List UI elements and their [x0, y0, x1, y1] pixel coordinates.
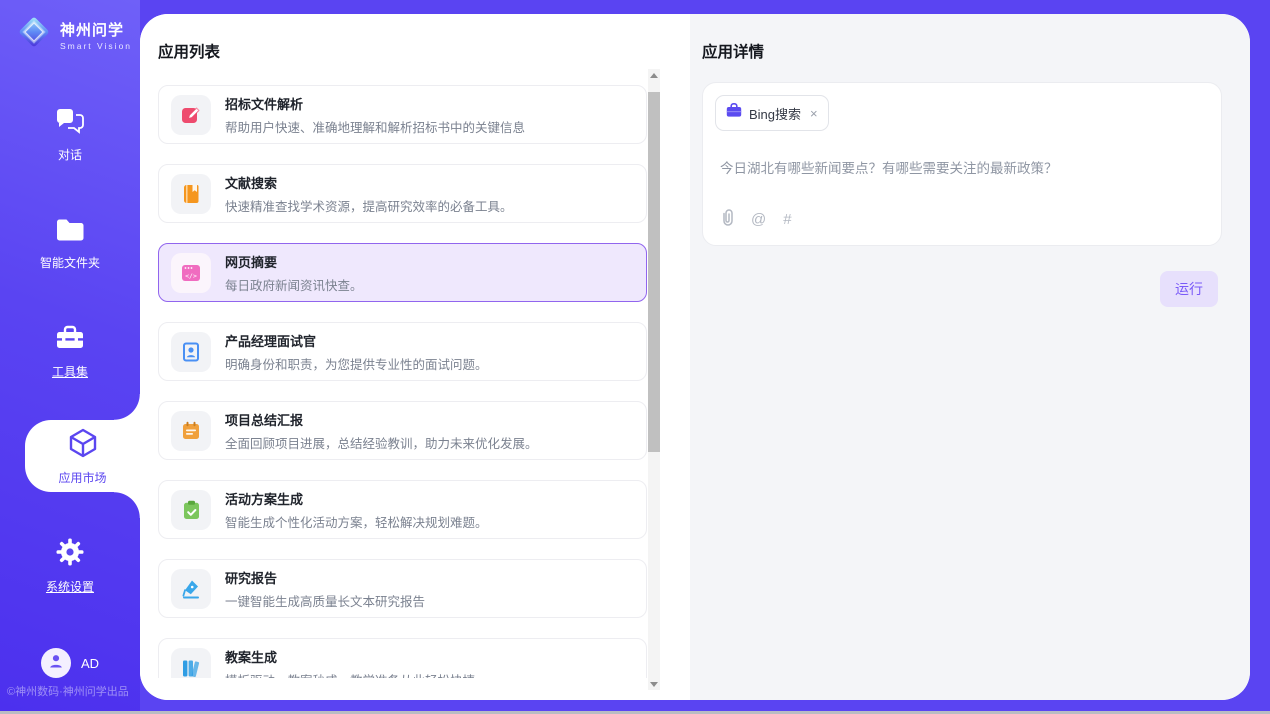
- app-desc: 明确身份和职责，为您提供专业性的面试问题。: [225, 354, 488, 373]
- chat-icon: [55, 108, 85, 139]
- app-detail-panel: 应用详情 Bing搜索 × 今日湖北有哪些新闻要点？有哪些需要关注的最新政策？: [690, 14, 1250, 700]
- app-card-pm-interviewer[interactable]: 产品经理面试官 明确身份和职责，为您提供专业性的面试问题。: [158, 322, 647, 381]
- app-desc: 智能生成个性化活动方案，轻松解决规划难题。: [225, 512, 488, 531]
- app-name: 研究报告: [225, 568, 425, 587]
- edit-document-icon: [171, 95, 211, 135]
- sidebar-item-label: 工具集: [52, 363, 88, 380]
- prompt-toolbar: @ #: [720, 208, 792, 231]
- paperclip-icon[interactable]: [720, 208, 734, 231]
- app-desc: 全面回顾项目进展，总结经验教训，助力未来优化发展。: [225, 433, 538, 452]
- app-logo: 神州问学 Smart Vision: [16, 14, 132, 55]
- hash-tag-icon[interactable]: #: [783, 212, 791, 227]
- app-name: 产品经理面试官: [225, 331, 488, 350]
- briefcase-icon: [726, 103, 742, 123]
- app-desc: 模板驱动，教案秒成，教学准备从此轻松快捷: [225, 670, 475, 679]
- scrollbar-down-arrow[interactable]: [648, 678, 660, 690]
- prompt-input-text[interactable]: 今日湖北有哪些新闻要点？有哪些需要关注的最新政策？: [720, 157, 1209, 177]
- scrollbar-thumb[interactable]: [648, 92, 660, 452]
- svg-text:</>: </>: [185, 271, 197, 279]
- book-icon: [171, 174, 211, 214]
- app-card-literature-search[interactable]: 文献搜索 快速精准查找学术资源，提高研究效率的必备工具。: [158, 164, 647, 223]
- list-scrollbar[interactable]: [648, 69, 660, 690]
- app-name: 项目总结汇报: [225, 410, 538, 429]
- prompt-card[interactable]: Bing搜索 × 今日湖北有哪些新闻要点？有哪些需要关注的最新政策？ @ #: [702, 82, 1222, 246]
- interviewer-icon: [171, 332, 211, 372]
- app-name: 文献搜索: [225, 173, 513, 192]
- app-desc: 快速精准查找学术资源，提高研究效率的必备工具。: [225, 196, 513, 215]
- books-icon: [171, 648, 211, 679]
- diamond-logo-icon: [16, 14, 52, 55]
- tool-chip-bing-search[interactable]: Bing搜索 ×: [715, 95, 829, 131]
- app-name: 教案生成: [225, 647, 475, 666]
- avatar: [41, 648, 71, 678]
- toolbox-icon: [55, 325, 85, 356]
- tool-chip-label: Bing搜索: [749, 104, 801, 123]
- app-desc: 帮助用户快速、准确地理解和解析招标书中的关键信息: [225, 117, 525, 136]
- gear-icon: [56, 538, 84, 571]
- app-desc: 一键智能生成高质量长文本研究报告: [225, 591, 425, 610]
- sidebar-item-label: 应用市场: [58, 469, 106, 486]
- app-card-lesson-plan[interactable]: 教案生成 模板驱动，教案秒成，教学准备从此轻松快捷: [158, 638, 647, 678]
- app-desc: 每日政府新闻资讯快查。: [225, 275, 363, 294]
- sidebar-footer-credit: ©神州数码·神州问学出品: [7, 683, 129, 699]
- app-name: 活动方案生成: [225, 489, 488, 508]
- user-account[interactable]: AD: [0, 648, 140, 678]
- sidebar-item-label: 智能文件夹: [40, 254, 100, 271]
- ink-pen-icon: [171, 569, 211, 609]
- person-avatar-icon: [47, 652, 65, 675]
- folder-icon: [55, 218, 85, 247]
- sidebar-item-app-market[interactable]: 应用市场: [25, 420, 140, 492]
- calendar-report-icon: [171, 411, 211, 451]
- sidebar-item-label: 系统设置: [46, 578, 94, 595]
- sidebar-item-system-settings[interactable]: 系统设置: [0, 538, 140, 595]
- webpage-code-icon: </>: [171, 253, 211, 293]
- sidebar-item-smart-folder[interactable]: 智能文件夹: [0, 218, 140, 271]
- app-list-panel: 应用列表 招标文件解析 帮助用户快速、准确地理解和解析招标书中的关键信息: [140, 14, 690, 700]
- sidebar-item-label: 对话: [58, 146, 82, 163]
- clipboard-check-icon: [171, 490, 211, 530]
- close-icon[interactable]: ×: [810, 106, 818, 121]
- app-card-event-plan[interactable]: 活动方案生成 智能生成个性化活动方案，轻松解决规划难题。: [158, 480, 647, 539]
- run-button[interactable]: 运行: [1160, 271, 1218, 307]
- user-name: AD: [81, 656, 99, 671]
- scrollbar-up-arrow[interactable]: [648, 69, 660, 81]
- logo-title: 神州问学: [60, 19, 132, 40]
- app-name: 网页摘要: [225, 252, 363, 271]
- sidebar: 神州问学 Smart Vision 对话 智能文件夹: [0, 0, 140, 714]
- at-mention-icon[interactable]: @: [751, 212, 766, 227]
- main-content: 应用列表 招标文件解析 帮助用户快速、准确地理解和解析招标书中的关键信息: [140, 14, 1250, 700]
- app-list: 招标文件解析 帮助用户快速、准确地理解和解析招标书中的关键信息 文献搜索 快速精…: [158, 78, 647, 678]
- cube-icon: [67, 427, 99, 464]
- logo-subtitle: Smart Vision: [60, 41, 132, 51]
- app-card-bid-document-analysis[interactable]: 招标文件解析 帮助用户快速、准确地理解和解析招标书中的关键信息: [158, 85, 647, 144]
- app-card-webpage-summary[interactable]: </> 网页摘要 每日政府新闻资讯快查。: [158, 243, 647, 302]
- app-name: 招标文件解析: [225, 94, 525, 113]
- app-list-title: 应用列表: [158, 40, 220, 62]
- sidebar-item-toolset[interactable]: 工具集: [0, 325, 140, 380]
- app-detail-title: 应用详情: [702, 40, 764, 62]
- app-card-project-summary[interactable]: 项目总结汇报 全面回顾项目进展，总结经验教训，助力未来优化发展。: [158, 401, 647, 460]
- app-card-research-report[interactable]: 研究报告 一键智能生成高质量长文本研究报告: [158, 559, 647, 618]
- sidebar-item-chat[interactable]: 对话: [0, 108, 140, 163]
